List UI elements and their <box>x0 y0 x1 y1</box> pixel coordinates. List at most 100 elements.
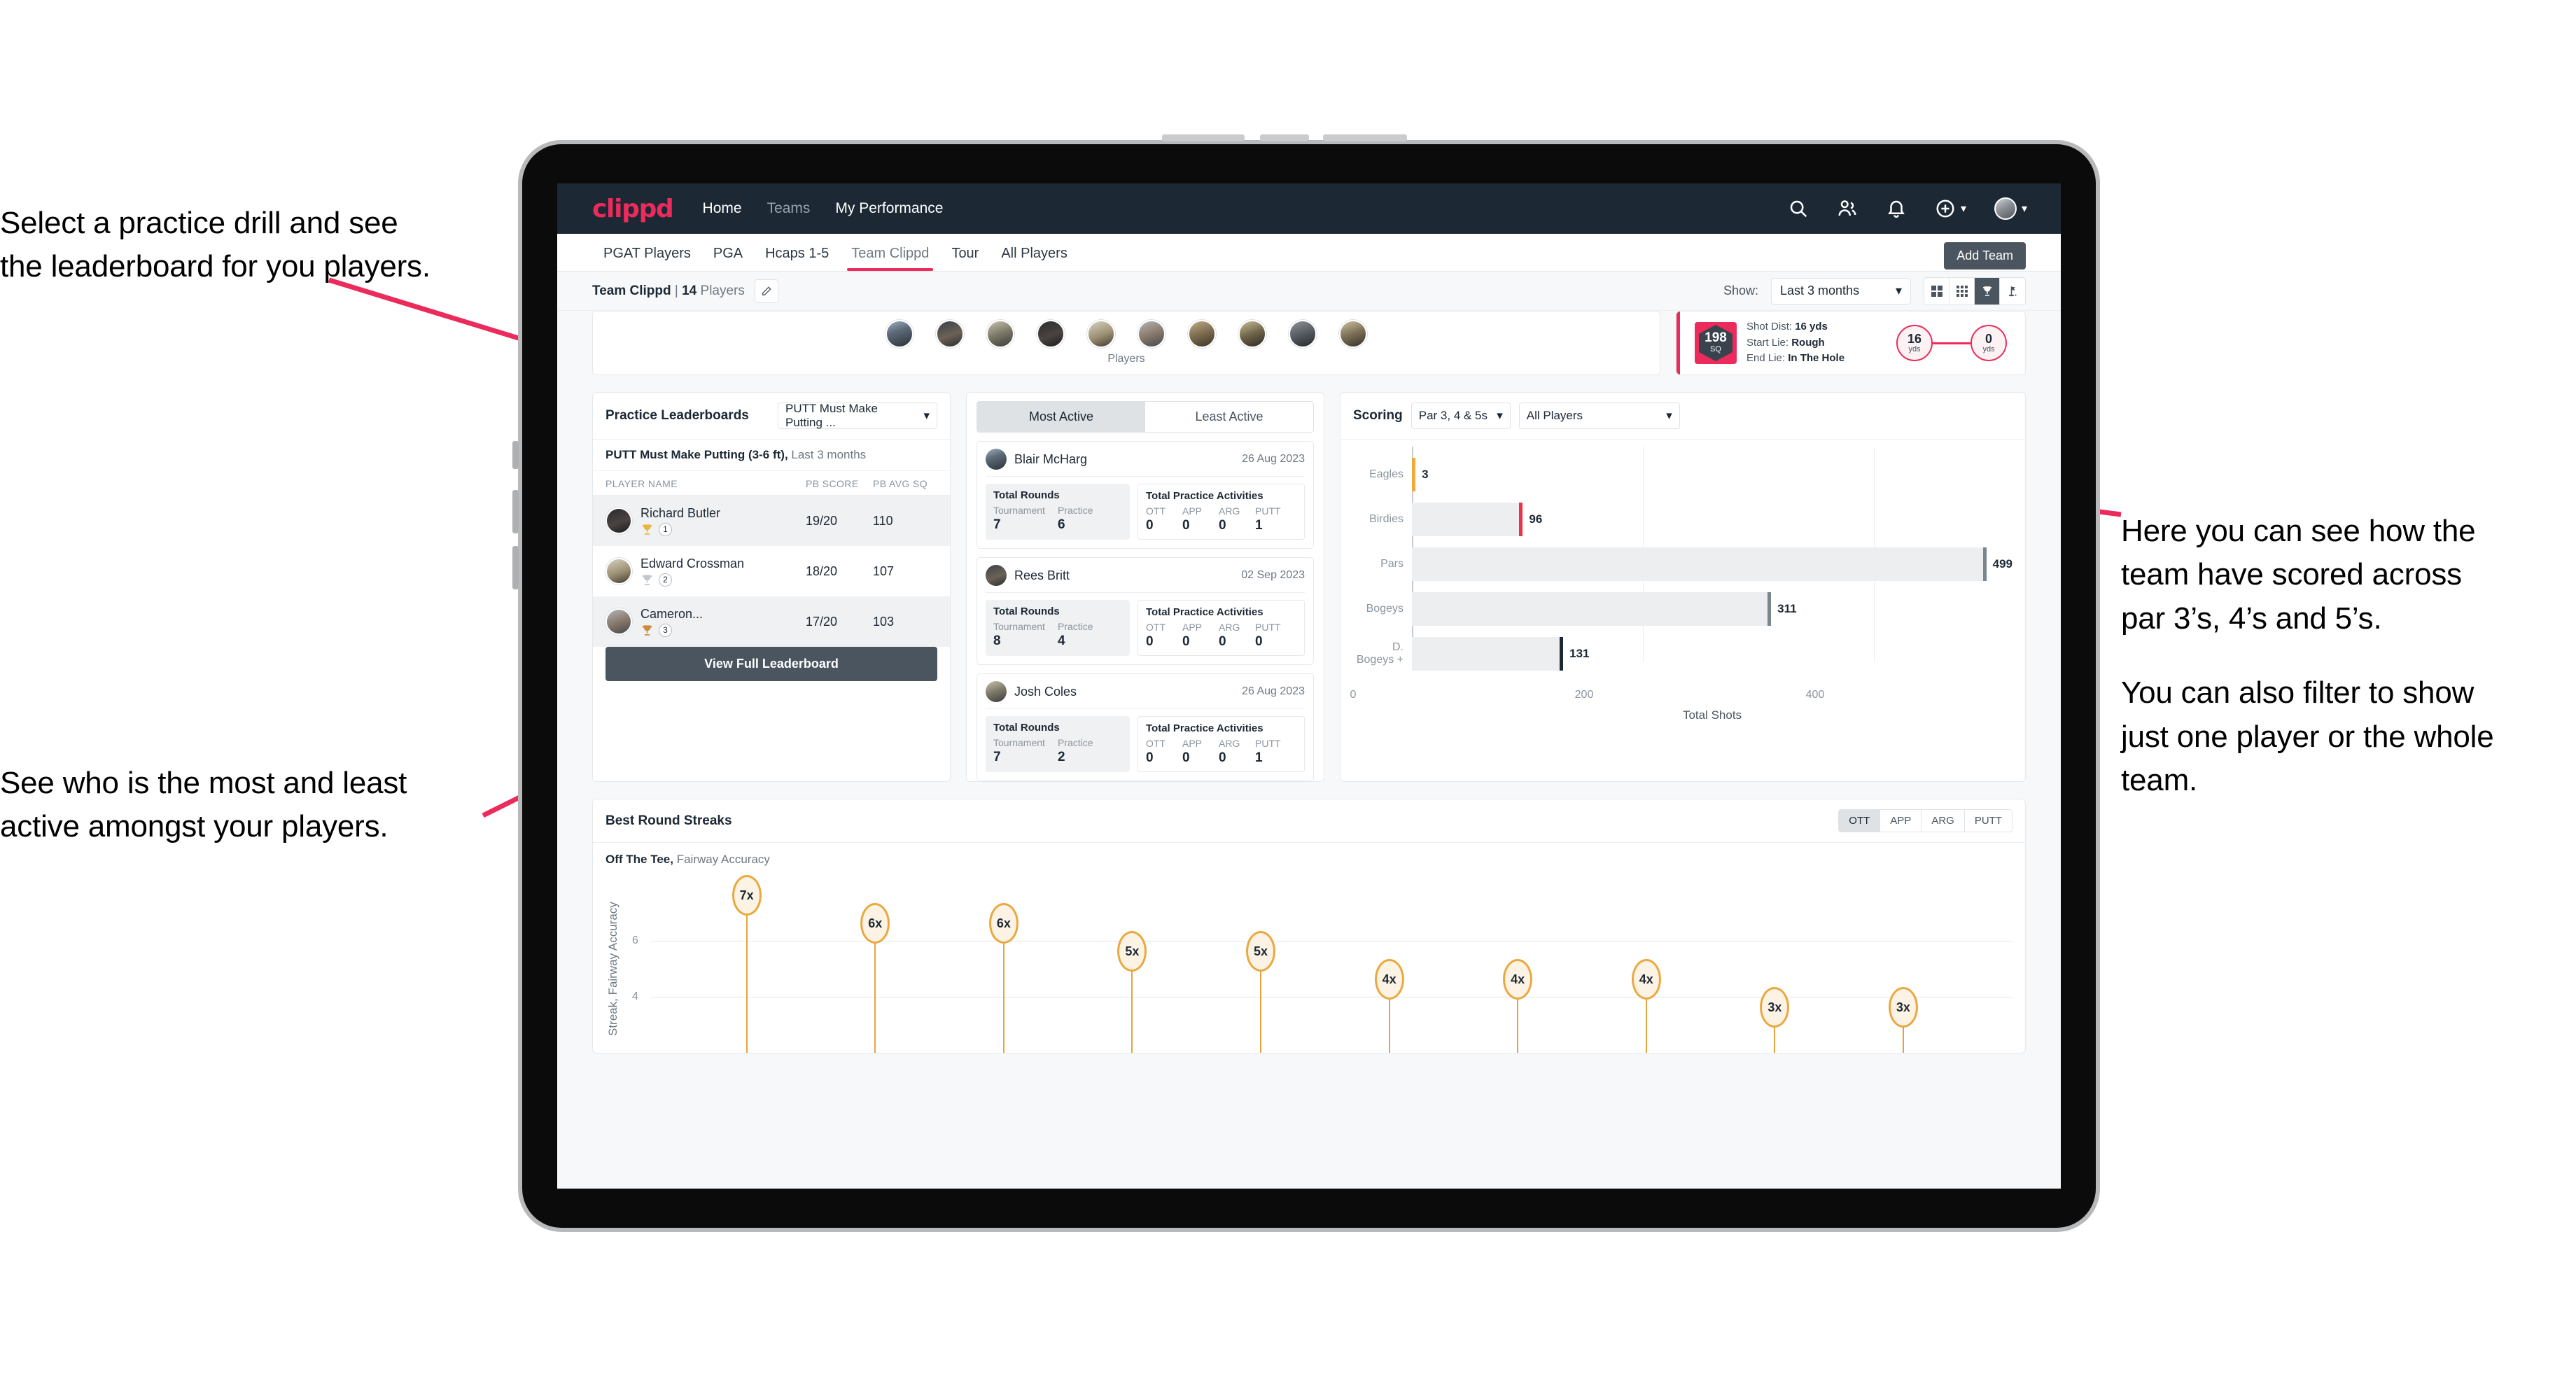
edit-team-button[interactable] <box>754 279 778 303</box>
streaks-header: Best Round Streaks OTT APP ARG PUTT <box>593 799 2025 843</box>
player-avatar[interactable] <box>1289 320 1317 348</box>
nav-link-teams[interactable]: Teams <box>767 200 811 217</box>
streak-bubble[interactable]: 6x <box>988 903 1018 944</box>
leaderboard-row[interactable]: Richard Butler 1 19/20 110 <box>593 496 950 546</box>
view-toggle-grid-small[interactable] <box>1949 277 1975 304</box>
total-rounds-cols: Tournament 7 Practice 6 <box>993 505 1122 533</box>
bar-value-label: 499 <box>1992 557 2012 570</box>
streak-bubble[interactable]: 4x <box>1374 959 1404 1000</box>
practice-col-value: 0 <box>1182 518 1190 533</box>
streak-bubble[interactable]: 3x <box>1760 987 1790 1028</box>
player-avatar[interactable] <box>1339 320 1367 348</box>
streaks-title: Best Round Streaks <box>606 813 732 828</box>
player-name: Josh Coles <box>1014 684 1077 699</box>
add-team-button[interactable]: Add Team <box>1944 242 2026 270</box>
total-practice-cols: OTT 0 APP 0 ARG 0 PUTT 1 <box>1146 505 1296 533</box>
practice-col: APP 0 <box>1182 738 1219 766</box>
player-filter-select[interactable]: All Players ▾ <box>1518 402 1680 429</box>
pb-avg-sq-value: 110 <box>873 513 893 528</box>
annotation-line: Here you can see how the <box>2121 514 2476 548</box>
view-toggle-trophy[interactable] <box>1975 277 2000 304</box>
player-avatar[interactable] <box>986 320 1014 348</box>
leaderboard-player-cell: Richard Butler 1 <box>640 506 806 536</box>
tab-all-players[interactable]: All Players <box>990 246 1078 271</box>
streak-bubble[interactable]: 5x <box>1246 931 1276 972</box>
player-avatar[interactable] <box>936 320 964 348</box>
tab-pgat-players[interactable]: PGAT Players <box>592 246 702 271</box>
activity-card-header: Blair McHarg 26 Aug 2023 <box>986 449 1305 477</box>
player-avatar[interactable] <box>1087 320 1115 348</box>
annotation-line: the leaderboard for you players. <box>0 249 430 284</box>
segment-app[interactable]: APP <box>1880 810 1922 832</box>
start-dist-value: 16 <box>1907 332 1922 346</box>
plus-circle-icon[interactable] <box>1935 198 1956 219</box>
end-lie-line: End Lie: In The Hole <box>1746 351 1844 367</box>
streak-bubble[interactable]: 4x <box>1631 959 1661 1000</box>
start-lie-value: Rough <box>1791 336 1825 349</box>
tab-hcaps-1-5[interactable]: Hcaps 1-5 <box>754 246 840 271</box>
tablet-button-top-1 <box>1162 134 1245 141</box>
practice-col: ARG 0 <box>1219 622 1255 650</box>
player-avatar[interactable] <box>886 320 913 348</box>
activity-player-card[interactable]: Rees Britt 02 Sep 2023 Total Rounds Tournam… <box>976 557 1314 665</box>
nav-link-home[interactable]: Home <box>703 200 742 217</box>
leaderboard-row[interactable]: Cameron... 3 17/20 103 <box>593 596 950 647</box>
player-avatar <box>606 507 632 534</box>
clippd-logo[interactable]: clippd <box>592 195 674 223</box>
total-practice-box: Total Practice Activities OTT 0 APP 0 ARG 0 PUT… <box>1138 716 1305 772</box>
nav-link-my-performance[interactable]: My Performance <box>835 200 943 217</box>
bar-fill <box>1412 592 1772 626</box>
segment-ott[interactable]: OTT <box>1839 810 1881 832</box>
leaderboard-title: Practice Leaderboards <box>606 408 749 423</box>
tab-most-active[interactable]: Most Active <box>977 402 1145 432</box>
total-practice-title: Total Practice Activities <box>1146 606 1264 618</box>
avatar[interactable] <box>1994 197 2017 220</box>
rounds-col: Practice 4 <box>1058 621 1122 649</box>
streak-bubble[interactable]: 4x <box>1503 959 1533 1000</box>
streak-bubble[interactable]: 3x <box>1888 987 1918 1028</box>
tab-least-active[interactable]: Least Active <box>1145 402 1313 432</box>
practice-col-label: OTT <box>1146 738 1166 749</box>
leaderboard-player-cell: Edward Crossman 2 <box>640 556 806 587</box>
activity-player-card[interactable]: Blair McHarg 26 Aug 2023 Total Rounds Tourn… <box>976 441 1314 549</box>
annotation-line: team have scored across <box>2121 557 2462 592</box>
last-activity-date: 26 Aug 2023 <box>1242 453 1305 465</box>
view-full-leaderboard-button[interactable]: View Full Leaderboard <box>606 647 937 681</box>
account-menu[interactable]: ▾ <box>1994 197 2027 220</box>
player-avatar[interactable] <box>1188 320 1216 348</box>
segment-arg[interactable]: ARG <box>1921 810 1965 832</box>
people-icon[interactable] <box>1837 198 1858 219</box>
view-toggle-flag[interactable] <box>2000 277 2025 304</box>
annotation-line: par 3’s, 4’s and 5’s. <box>2121 601 2382 636</box>
segment-putt[interactable]: PUTT <box>1964 810 2012 832</box>
drill-select[interactable]: PUTT Must Make Putting ... ▾ <box>778 402 937 429</box>
bell-icon[interactable] <box>1886 198 1907 219</box>
bar-cap <box>1768 592 1772 626</box>
practice-col: APP 0 <box>1182 505 1219 533</box>
player-count: 14 <box>682 283 697 298</box>
streak-bubble[interactable]: 5x <box>1117 931 1147 972</box>
add-menu[interactable]: ▾ <box>1935 198 1966 219</box>
streak-bubble[interactable]: 7x <box>732 875 762 916</box>
sq-value: 198 <box>1704 330 1727 345</box>
search-icon[interactable] <box>1788 198 1809 219</box>
par-filter-select[interactable]: Par 3, 4 & 5s ▾ <box>1410 402 1511 429</box>
last-activity-date: 26 Aug 2023 <box>1242 685 1305 697</box>
column-header-pb-avg-sq: PB AVG SQ <box>873 478 928 489</box>
player-avatar[interactable] <box>1238 320 1266 348</box>
rounds-col-value: 8 <box>993 634 1001 648</box>
player-avatar[interactable] <box>1138 320 1166 348</box>
streaks-segment-group: OTT APP ARG PUTT <box>1838 809 2012 832</box>
tab-pga[interactable]: PGA <box>702 246 754 271</box>
player-avatar[interactable] <box>1037 320 1065 348</box>
tab-tour[interactable]: Tour <box>940 246 990 271</box>
view-toggle-grid-large[interactable] <box>1924 277 1949 304</box>
activity-player-card[interactable]: Josh Coles 26 Aug 2023 Total Rounds Tournam… <box>976 673 1314 781</box>
streak-bubble[interactable]: 6x <box>860 903 890 944</box>
date-range-select[interactable]: Last 3 months ▾ <box>1771 277 1911 304</box>
leaderboard-row[interactable]: Edward Crossman 2 18/20 107 <box>593 546 950 596</box>
annotation-line: See who is the most and least <box>0 766 407 800</box>
bar-fill <box>1412 637 1564 671</box>
tab-team-clippd[interactable]: Team Clippd <box>840 246 940 271</box>
shot-detail-lines: Shot Dist: 16 yds Start Lie: Rough End L… <box>1746 319 1844 367</box>
